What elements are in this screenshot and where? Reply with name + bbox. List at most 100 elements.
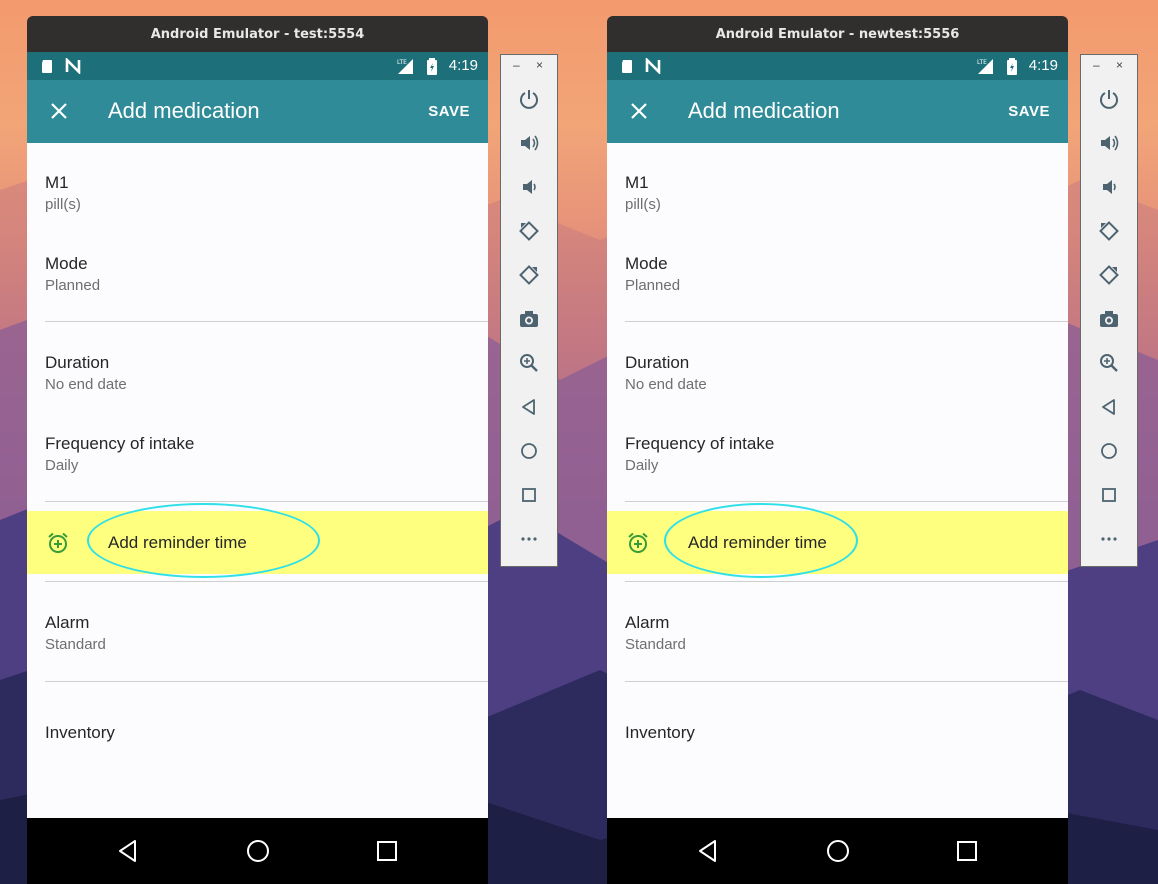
close-button[interactable]: × (536, 58, 543, 72)
duration-label: Duration (45, 353, 110, 372)
back-icon[interactable] (1098, 396, 1120, 418)
notification-n-icon (65, 56, 81, 76)
mode-item[interactable]: Mode Planned (625, 254, 680, 294)
home-icon[interactable] (1098, 440, 1120, 462)
alarm-label: Alarm (625, 613, 670, 632)
emulator-window-2: Android Emulator - newtest:5556 LTE 4:19… (607, 16, 1068, 884)
rotate-left-icon[interactable] (518, 220, 540, 242)
frequency-label: Frequency of intake (45, 434, 195, 453)
nav-back-icon[interactable] (115, 838, 141, 864)
frequency-item[interactable]: Frequency of intake Daily (625, 434, 774, 474)
alarm-value: Standard (625, 636, 686, 653)
close-icon[interactable] (47, 99, 71, 123)
alarm-item[interactable]: Alarm Standard (45, 613, 106, 653)
add-reminder-row[interactable]: Add reminder time (607, 503, 1068, 578)
nav-overview-icon[interactable] (954, 838, 980, 864)
alarm-item[interactable]: Alarm Standard (625, 613, 686, 653)
alarm-label: Alarm (45, 613, 90, 632)
window-title: Android Emulator - newtest:5556 (715, 26, 960, 42)
medication-name: M1 (625, 173, 649, 192)
zoom-icon[interactable] (518, 352, 540, 374)
divider (45, 581, 488, 582)
rotate-right-icon[interactable] (1098, 264, 1120, 286)
minimize-button[interactable]: – (513, 58, 520, 72)
android-status-bar: LTE 4:19 (607, 52, 1068, 80)
rotate-right-icon[interactable] (518, 264, 540, 286)
frequency-label: Frequency of intake (625, 434, 775, 453)
more-icon[interactable] (518, 528, 540, 550)
nav-back-icon[interactable] (695, 838, 721, 864)
home-icon[interactable] (518, 440, 540, 462)
android-status-bar: LTE 4:19 (27, 52, 488, 80)
inventory-item[interactable]: Inventory (45, 723, 115, 743)
medication-name-item[interactable]: M1 pill(s) (625, 173, 661, 213)
nav-overview-icon[interactable] (374, 838, 400, 864)
medication-name: M1 (45, 173, 69, 192)
overview-icon[interactable] (518, 484, 540, 506)
overview-icon[interactable] (1098, 484, 1120, 506)
volume-down-icon[interactable] (518, 176, 540, 198)
volume-up-icon[interactable] (1098, 132, 1120, 154)
zoom-icon[interactable] (1098, 352, 1120, 374)
nav-home-icon[interactable] (825, 838, 851, 864)
medication-form: M1 pill(s) Mode Planned Duration No end … (607, 143, 1068, 818)
alarm-add-icon (46, 531, 70, 555)
nav-home-icon[interactable] (245, 838, 271, 864)
divider (625, 681, 1068, 682)
alarm-add-icon (626, 531, 650, 555)
save-button[interactable]: SAVE (1008, 103, 1050, 120)
power-icon[interactable] (518, 88, 540, 110)
lte-signal-icon: LTE (396, 57, 414, 80)
mode-label: Mode (45, 254, 88, 273)
inventory-label: Inventory (45, 723, 115, 742)
duration-item[interactable]: Duration No end date (45, 353, 127, 393)
back-icon[interactable] (518, 396, 540, 418)
minimize-button[interactable]: – (1093, 58, 1100, 72)
window-title-bar[interactable]: Android Emulator - newtest:5556 (607, 16, 1068, 52)
mode-item[interactable]: Mode Planned (45, 254, 100, 294)
duration-label: Duration (625, 353, 690, 372)
add-reminder-row[interactable]: Add reminder time (27, 503, 488, 578)
svg-text:LTE: LTE (977, 59, 987, 66)
more-icon[interactable] (1098, 528, 1120, 550)
divider (625, 321, 1068, 322)
android-nav-bar (27, 818, 488, 884)
camera-icon[interactable] (1098, 308, 1120, 330)
camera-icon[interactable] (518, 308, 540, 330)
medication-name-item[interactable]: M1 pill(s) (45, 173, 81, 213)
emulator-window-1: Android Emulator - test:5554 LTE 4:19 Ad… (27, 16, 488, 884)
power-icon[interactable] (1098, 88, 1120, 110)
frequency-value: Daily (625, 457, 659, 474)
medication-unit: pill(s) (45, 196, 81, 213)
android-nav-bar (607, 818, 1068, 884)
page-title: Add medication (108, 98, 260, 123)
page-title: Add medication (688, 98, 840, 123)
volume-down-icon[interactable] (1098, 176, 1120, 198)
inventory-item[interactable]: Inventory (625, 723, 695, 743)
window-title-bar[interactable]: Android Emulator - test:5554 (27, 16, 488, 52)
annotation-ellipse (87, 503, 320, 578)
duration-item[interactable]: Duration No end date (625, 353, 707, 393)
mode-label: Mode (625, 254, 668, 273)
divider (625, 581, 1068, 582)
rotate-left-icon[interactable] (1098, 220, 1120, 242)
close-button[interactable]: × (1116, 58, 1123, 72)
volume-up-icon[interactable] (518, 132, 540, 154)
emulator-side-toolbar-1: – × (500, 54, 558, 567)
alarm-value: Standard (45, 636, 106, 653)
emulator-side-toolbar-2: – × (1080, 54, 1138, 567)
mode-value: Planned (45, 277, 101, 294)
frequency-item[interactable]: Frequency of intake Daily (45, 434, 194, 474)
app-toolbar: Add medication SAVE (607, 80, 1068, 143)
sd-card-icon (39, 58, 55, 74)
notification-n-icon (645, 56, 661, 76)
mode-value: Planned (625, 277, 681, 294)
annotation-ellipse (664, 503, 858, 578)
save-button[interactable]: SAVE (428, 103, 470, 120)
medication-form: M1 pill(s) Mode Planned Duration No end … (27, 143, 488, 818)
status-time: 4:19 (448, 57, 478, 74)
medication-unit: pill(s) (625, 196, 661, 213)
status-time: 4:19 (1028, 57, 1058, 74)
close-icon[interactable] (627, 99, 651, 123)
divider (45, 321, 488, 322)
